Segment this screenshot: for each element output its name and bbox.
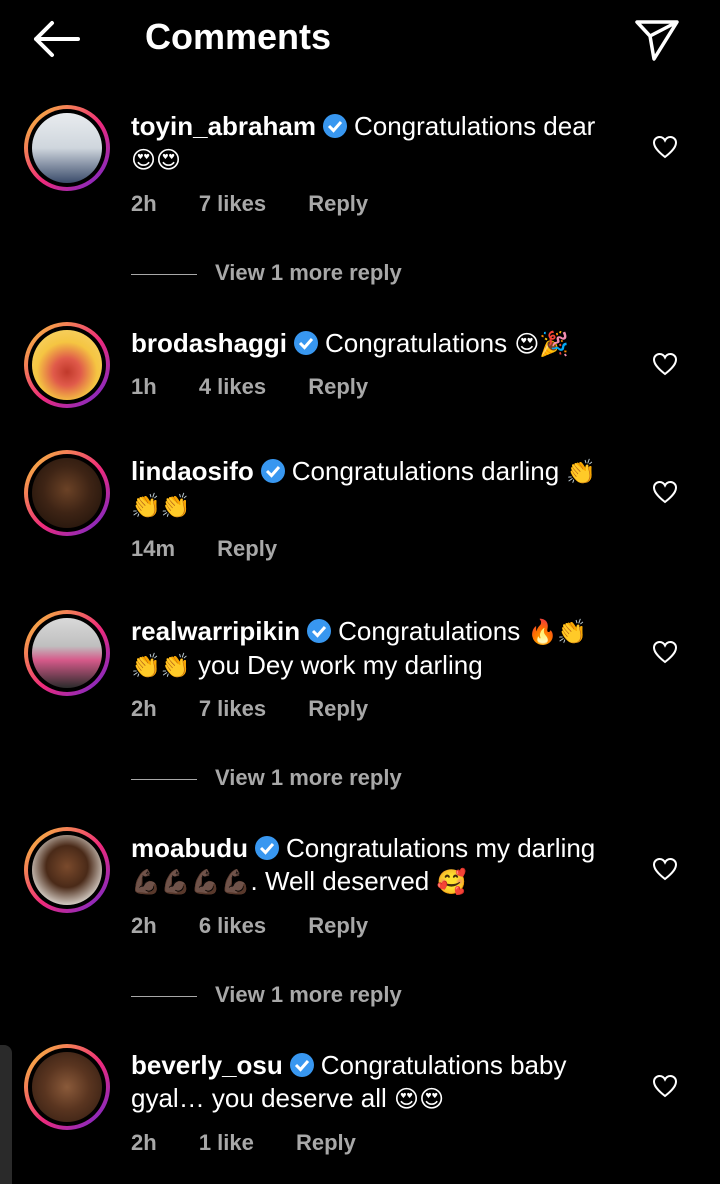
- comment-likes[interactable]: 1 like: [199, 1130, 254, 1155]
- divider-line: [131, 273, 197, 275]
- comment-likes[interactable]: 7 likes: [199, 696, 266, 721]
- reply-button[interactable]: Reply: [308, 913, 368, 938]
- comment-username[interactable]: toyin_abraham: [131, 111, 316, 141]
- avatar[interactable]: [24, 827, 110, 913]
- verified-badge-icon: [294, 331, 319, 355]
- page-title: Comments: [145, 16, 332, 57]
- heart-icon[interactable]: [652, 640, 678, 664]
- comment-text: Congratulations: [325, 328, 508, 358]
- heart-icon[interactable]: [652, 480, 678, 504]
- reply-button[interactable]: Reply: [308, 374, 368, 399]
- avatar[interactable]: [24, 105, 110, 191]
- divider-line: [131, 778, 197, 780]
- avatar[interactable]: [24, 322, 110, 408]
- comment-emoji: 🔥👏: [527, 619, 588, 646]
- comment-emoji: 😍😍: [394, 1086, 445, 1113]
- verified-badge-icon: [289, 1053, 314, 1077]
- comment-username[interactable]: realwarripikin: [131, 616, 300, 646]
- verified-badge-icon: [255, 836, 279, 860]
- comment-time: 2h: [131, 191, 157, 216]
- reply-button[interactable]: Reply: [308, 696, 368, 721]
- heart-icon[interactable]: [652, 857, 678, 881]
- reply-button[interactable]: Reply: [296, 1130, 356, 1155]
- avatar[interactable]: [24, 610, 110, 696]
- view-more-replies[interactable]: View 1 more reply: [131, 765, 402, 791]
- comment-likes[interactable]: 4 likes: [199, 374, 266, 399]
- reply-button[interactable]: Reply: [217, 536, 277, 561]
- view-more-label[interactable]: View 1 more reply: [215, 260, 402, 285]
- view-more-replies[interactable]: View 1 more reply: [131, 982, 402, 1008]
- comment-emoji: 😍😍: [131, 147, 182, 174]
- verified-badge-icon: [260, 459, 285, 483]
- comment-time: 1h: [131, 374, 157, 399]
- paper-plane-icon[interactable]: [632, 14, 682, 64]
- divider-line: [131, 995, 197, 997]
- comment-text: you Dey work my darling: [198, 650, 483, 680]
- comment-username[interactable]: beverly_osu: [131, 1050, 283, 1080]
- reply-button[interactable]: Reply: [308, 191, 368, 216]
- comment-text: Congratulations dear: [353, 111, 596, 141]
- view-more-label[interactable]: View 1 more reply: [215, 982, 402, 1007]
- view-more-label[interactable]: View 1 more reply: [215, 765, 402, 790]
- comment-time: 14m: [131, 536, 176, 561]
- avatar[interactable]: [24, 450, 110, 536]
- comment-emoji: 🥰: [436, 869, 467, 896]
- verified-badge-icon: [322, 114, 347, 138]
- view-more-replies[interactable]: View 1 more reply: [131, 260, 402, 286]
- comment-text: Congratulations my darling: [286, 833, 596, 863]
- verified-badge-icon: [307, 619, 332, 643]
- comment-emoji: 💪🏿💪🏿💪🏿💪🏿: [131, 869, 251, 896]
- scroll-edge-indicator: [0, 1045, 12, 1184]
- arrow-left-icon[interactable]: [30, 18, 82, 60]
- comment-likes[interactable]: 7 likes: [199, 191, 266, 216]
- comment-likes[interactable]: 6 likes: [199, 913, 266, 938]
- avatar[interactable]: [24, 1044, 110, 1130]
- comment-time: 2h: [131, 1130, 157, 1155]
- comment-time: 2h: [131, 696, 157, 721]
- comment-emoji: 😍🎉: [514, 331, 570, 358]
- comment-text: Congratulations: [338, 616, 521, 646]
- comment-time: 2h: [131, 913, 157, 938]
- comment-username[interactable]: brodashaggi: [131, 328, 287, 358]
- comment-text: Congratulations darling: [291, 456, 560, 486]
- top-bar: Comments: [0, 0, 720, 80]
- comment-text: . Well deserved: [250, 866, 430, 896]
- heart-icon[interactable]: [652, 352, 678, 376]
- comment-username[interactable]: lindaosifo: [131, 456, 254, 486]
- heart-icon[interactable]: [652, 1074, 678, 1098]
- heart-icon[interactable]: [652, 135, 678, 159]
- comment-emoji: 👏👏: [131, 653, 191, 680]
- comment-username[interactable]: moabudu: [131, 833, 248, 863]
